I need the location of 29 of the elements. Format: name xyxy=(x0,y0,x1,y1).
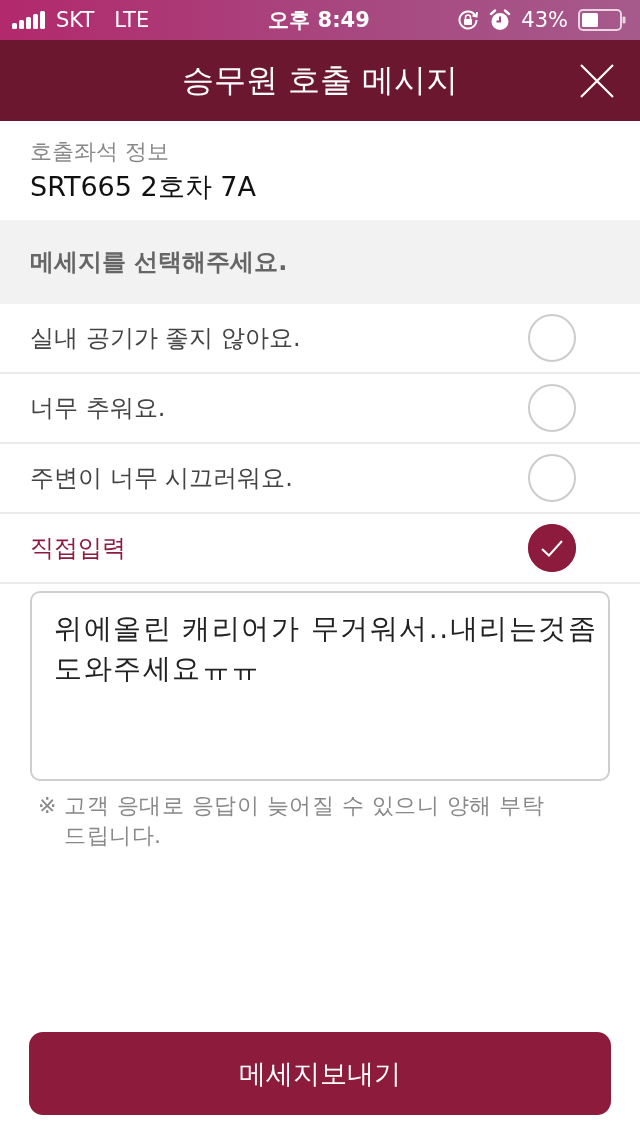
option-label: 실내 공기가 좋지 않아요. xyxy=(30,323,301,354)
clock-text: 오후 8:49 xyxy=(268,7,370,34)
message-option[interactable]: 너무 추워요. xyxy=(0,374,640,444)
seat-info-label: 호출좌석 정보 xyxy=(30,138,170,166)
battery-percent-text: 43% xyxy=(521,8,568,32)
radio-icon[interactable] xyxy=(528,314,576,362)
message-field[interactable]: 위에올린 캐리어가 무거워서..내리는것좀도와주세요ㅠㅠ xyxy=(30,591,610,781)
rotation-lock-icon xyxy=(457,9,480,31)
carrier-text: SKT xyxy=(56,8,95,32)
option-label: 너무 추워요. xyxy=(30,393,166,424)
section-title: 메세지를 선택해주세요. xyxy=(30,247,288,278)
alarm-icon xyxy=(489,9,512,31)
page-title: 승무원 호출 메시지 xyxy=(181,59,459,101)
option-label: 주변이 너무 시끄러워요. xyxy=(30,463,293,494)
message-option[interactable]: 실내 공기가 좋지 않아요. xyxy=(0,304,640,374)
message-option[interactable]: 주변이 너무 시끄러워요. xyxy=(0,444,640,514)
radio-icon[interactable] xyxy=(528,454,576,502)
seat-info-value: SRT665 2호차 7A xyxy=(30,170,257,204)
notice-text: ※ 고객 응대로 응답이 늦어질 수 있으니 양해 부탁 드립니다. xyxy=(38,792,546,850)
send-message-button[interactable]: 메세지보내기 xyxy=(29,1032,611,1115)
network-text: LTE xyxy=(114,8,150,32)
message-option[interactable]: 직접입력 xyxy=(0,514,640,584)
close-icon xyxy=(580,64,614,98)
battery-icon xyxy=(578,9,626,31)
checked-radio-icon[interactable] xyxy=(528,524,576,572)
radio-icon[interactable] xyxy=(528,384,576,432)
close-button[interactable] xyxy=(580,64,614,98)
option-label: 직접입력 xyxy=(30,533,126,564)
signal-icon xyxy=(12,11,46,29)
